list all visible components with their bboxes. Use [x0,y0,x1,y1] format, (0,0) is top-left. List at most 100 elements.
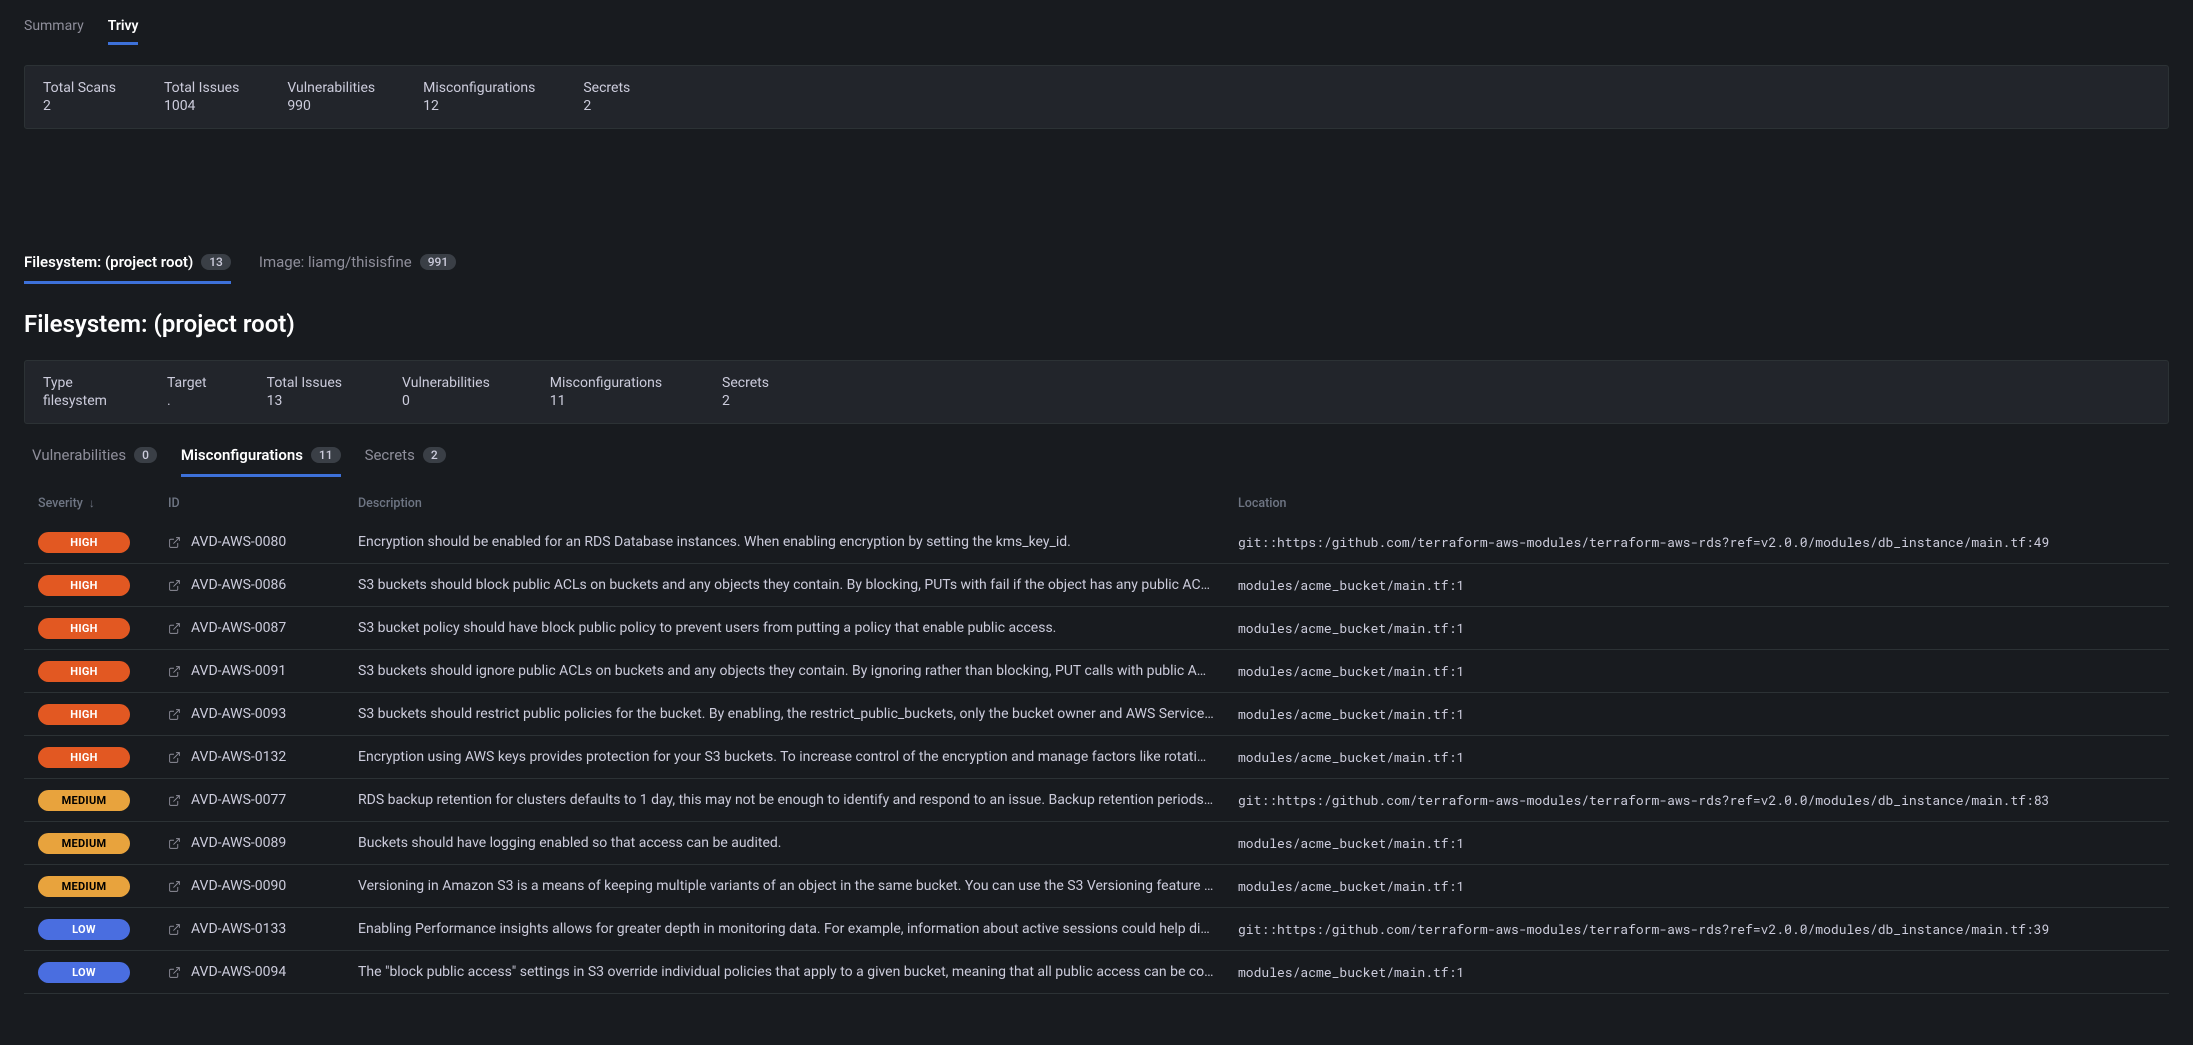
id-text: AVD-AWS-0087 [191,620,286,636]
stat-vulnerabilities: Vulnerabilities 990 [287,80,375,114]
issue-tabs: Vulnerabilities 0 Misconfigurations 11 S… [24,442,2169,477]
scan-tabs: Filesystem: (project root) 13 Image: lia… [24,249,2169,284]
description-cell: Encryption using AWS keys provides prote… [358,749,1238,765]
section-title: Filesystem: (project root) [24,310,2169,338]
stat-value: . [167,393,207,409]
severity-badge: HIGH [38,532,130,553]
severity-badge: MEDIUM [38,790,130,811]
description-cell: Enabling Performance insights allows for… [358,921,1238,937]
table-row[interactable]: HIGHAVD-AWS-0086S3 buckets should block … [24,564,2169,607]
stat-label: Misconfigurations [550,375,662,391]
stat-total-issues: Total Issues 1004 [164,80,239,114]
table-row[interactable]: HIGHAVD-AWS-0087S3 bucket policy should … [24,607,2169,650]
table-row[interactable]: MEDIUMAVD-AWS-0090Versioning in Amazon S… [24,865,2169,908]
external-link-icon[interactable] [168,536,181,549]
stat-value: 11 [550,393,662,409]
scan-stat-target: Target . [167,375,207,409]
severity-badge: MEDIUM [38,876,130,897]
col-location[interactable]: Location [1238,496,2155,511]
severity-cell: HIGH [38,747,168,768]
severity-badge: HIGH [38,618,130,639]
tab-trivy[interactable]: Trivy [108,12,139,45]
issue-tab-label: Misconfigurations [181,446,303,464]
location-cell: git::https:/github.com/terraform-aws-mod… [1238,533,2155,551]
scan-tab-image[interactable]: Image: liamg/thisisfine 991 [259,249,456,284]
stat-label: Total Issues [164,80,239,96]
external-link-icon[interactable] [168,966,181,979]
id-text: AVD-AWS-0090 [191,878,286,894]
location-cell: modules/acme_bucket/main.tf:1 [1238,619,2155,637]
col-label: ID [168,496,180,511]
issue-tab-secrets[interactable]: Secrets 2 [365,442,446,477]
stat-label: Secrets [583,80,630,96]
external-link-icon[interactable] [168,708,181,721]
severity-badge: LOW [38,962,130,983]
table-row[interactable]: HIGHAVD-AWS-0093S3 buckets should restri… [24,693,2169,736]
table-row[interactable]: HIGH AVD-AWS-0132 Encryption using AWS key… [24,736,2169,779]
severity-badge: HIGH [38,747,130,768]
location-cell: modules/acme_bucket/main.tf:1 [1238,705,2155,723]
sort-desc-icon: ↓ [89,496,95,510]
scan-stat-misconfigurations: Misconfigurations 11 [550,375,662,409]
stat-label: Total Issues [267,375,342,391]
id-cell: AVD-AWS-0089 [168,835,358,851]
external-link-icon[interactable] [168,923,181,936]
table-row[interactable]: HIGHAVD-AWS-0080Encryption should be ena… [24,521,2169,564]
id-cell: AVD-AWS-0133 [168,921,358,937]
scan-tab-count: 13 [201,254,231,270]
severity-badge: HIGH [38,704,130,725]
severity-cell: MEDIUM [38,790,168,811]
issue-tab-vulnerabilities[interactable]: Vulnerabilities 0 [32,442,157,477]
table-row[interactable]: HIGHAVD-AWS-0091S3 buckets should ignore… [24,650,2169,693]
severity-cell: HIGH [38,532,168,553]
external-link-icon[interactable] [168,622,181,635]
description-cell: The "block public access" settings in S3… [358,964,1238,980]
stat-value: 13 [267,393,342,409]
issue-tab-count: 0 [134,447,157,463]
tab-summary[interactable]: Summary [24,12,84,45]
col-label: Severity [38,496,83,511]
id-text: AVD-AWS-0132 [191,749,286,765]
stat-label: Secrets [722,375,769,391]
severity-badge: HIGH [38,661,130,682]
id-cell: AVD-AWS-0080 [168,534,358,550]
col-severity[interactable]: Severity ↓ [38,496,168,511]
id-cell: AVD-AWS-0077 [168,792,358,808]
stat-label: Total Scans [43,80,116,96]
severity-badge: HIGH [38,575,130,596]
col-description[interactable]: Description [358,496,1238,511]
external-link-icon[interactable] [168,751,181,764]
scan-tab-filesystem[interactable]: Filesystem: (project root) 13 [24,249,231,284]
description-cell: RDS backup retention for clusters defaul… [358,792,1238,808]
external-link-icon[interactable] [168,665,181,678]
stat-value: 2 [722,393,769,409]
external-link-icon[interactable] [168,837,181,850]
scan-stat-secrets: Secrets 2 [722,375,769,409]
severity-badge: LOW [38,919,130,940]
scan-stat-type: Type filesystem [43,375,107,409]
description-cell: Buckets should have logging enabled so t… [358,835,1238,851]
table-row[interactable]: MEDIUM AVD-AWS-0077RDS backup retention f… [24,779,2169,822]
table-row[interactable]: MEDIUMAVD-AWS-0089Buckets should have lo… [24,822,2169,865]
stat-value: 2 [43,98,116,114]
stat-label: Vulnerabilities [287,80,375,96]
summary-stats-panel: Total Scans 2 Total Issues 1004 Vulnerab… [24,65,2169,129]
external-link-icon[interactable] [168,579,181,592]
issue-tab-count: 2 [423,447,446,463]
severity-cell: HIGH [38,661,168,682]
external-link-icon[interactable] [168,880,181,893]
id-cell: AVD-AWS-0087 [168,620,358,636]
id-cell: AVD-AWS-0094 [168,964,358,980]
id-cell: AVD-AWS-0091 [168,663,358,679]
table-row[interactable]: LOW AVD-AWS-0094 The "block public access"… [24,951,2169,994]
location-cell: modules/acme_bucket/main.tf:1 [1238,963,2155,981]
id-text: AVD-AWS-0086 [191,577,286,593]
col-id[interactable]: ID [168,496,358,511]
external-link-icon[interactable] [168,794,181,807]
description-cell: S3 buckets should restrict public polici… [358,706,1238,722]
location-cell: modules/acme_bucket/main.tf:1 [1238,662,2155,680]
id-text: AVD-AWS-0094 [191,964,286,980]
issue-tab-misconfigurations[interactable]: Misconfigurations 11 [181,442,341,477]
top-tabs: Summary Trivy [24,0,2169,45]
table-row[interactable]: LOW AVD-AWS-0133Enabling Performance insi… [24,908,2169,951]
